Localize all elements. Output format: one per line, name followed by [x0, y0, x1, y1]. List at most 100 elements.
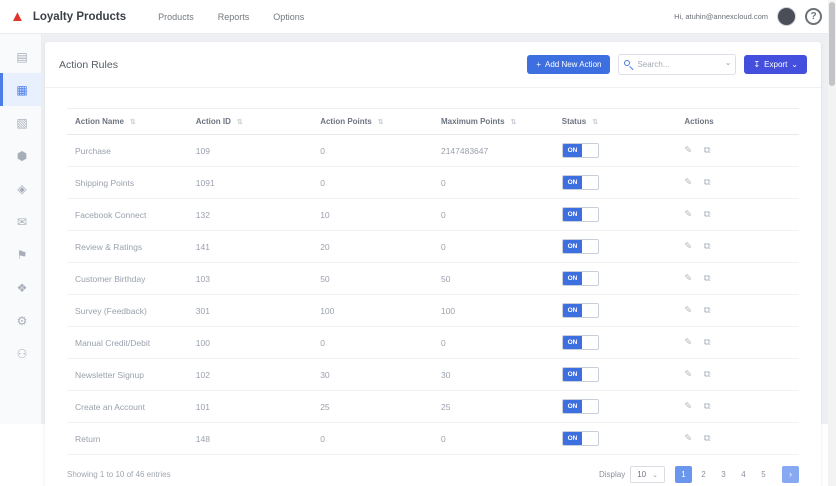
- column-header[interactable]: Action ID ⇅: [187, 108, 313, 135]
- topbar-right: Hi, atuhin@annexcloud.com ?: [674, 7, 822, 26]
- status-toggle[interactable]: ON: [561, 303, 599, 318]
- chevron-down-icon[interactable]: ⌄: [725, 58, 732, 67]
- chevron-down-icon: ⌄: [652, 471, 658, 479]
- status-toggle[interactable]: ON: [561, 207, 599, 222]
- column-header[interactable]: Action Name ⇅: [67, 108, 188, 135]
- cell-action-name: Newsletter Signup: [67, 358, 188, 391]
- sidebar-item[interactable]: ⚑: [0, 238, 41, 271]
- edit-icon[interactable]: ✎: [684, 369, 692, 380]
- table-row: Survey (Feedback) 301 100 100 ON ✎ ⧉: [67, 294, 799, 327]
- sort-icon[interactable]: ⇅: [237, 119, 243, 126]
- sort-icon[interactable]: ⇅: [511, 119, 517, 126]
- copy-icon[interactable]: ⧉: [704, 145, 711, 156]
- copy-icon[interactable]: ⧉: [704, 209, 711, 220]
- copy-icon[interactable]: ⧉: [704, 401, 711, 412]
- status-toggle[interactable]: ON: [561, 399, 599, 414]
- sidebar-item[interactable]: ▧: [0, 106, 41, 139]
- toggle-knob: [582, 176, 598, 189]
- cell-action-name: Customer Birthday: [67, 262, 188, 295]
- topbar: ▲ Loyalty Products Products Reports Opti…: [0, 0, 836, 34]
- status-toggle[interactable]: ON: [561, 175, 599, 190]
- sort-icon[interactable]: ⇅: [592, 119, 598, 126]
- toggle-knob: [582, 432, 598, 445]
- status-toggle[interactable]: ON: [561, 431, 599, 446]
- sidebar-item[interactable]: ✉: [0, 205, 41, 238]
- next-page-button[interactable]: ›: [782, 466, 799, 483]
- edit-icon[interactable]: ✎: [684, 337, 692, 348]
- status-toggle[interactable]: ON: [561, 335, 599, 350]
- edit-icon[interactable]: ✎: [684, 273, 692, 284]
- page-button[interactable]: 2: [695, 466, 712, 483]
- cell-action-points: 100: [312, 294, 433, 327]
- nav-item-options[interactable]: Options: [273, 12, 304, 22]
- top-nav: Products Reports Options: [158, 12, 304, 22]
- workspace: ▤ ▦ ▧ ⬢ ◈ ✉ ⚑ ❖ ⚙ ⚇ Action Rules + Add N…: [0, 34, 836, 486]
- sort-icon[interactable]: ⇅: [378, 119, 384, 126]
- display-count-select[interactable]: 10 ⌄: [630, 466, 665, 483]
- edit-icon[interactable]: ✎: [684, 433, 692, 444]
- edit-icon[interactable]: ✎: [684, 305, 692, 316]
- users-icon: ⚇: [16, 346, 28, 361]
- edit-icon[interactable]: ✎: [684, 209, 692, 220]
- edit-icon[interactable]: ✎: [684, 177, 692, 188]
- cell-action-name: Facebook Connect: [67, 198, 188, 231]
- export-button[interactable]: ↧ Export ⌄: [744, 55, 807, 74]
- copy-icon[interactable]: ⧉: [704, 369, 711, 380]
- page-button[interactable]: 1: [675, 466, 692, 483]
- column-header[interactable]: Maximum Points ⇅: [432, 108, 554, 135]
- cell-action-points: 0: [312, 134, 433, 167]
- cell-action-name: Return: [67, 422, 188, 455]
- toggle-on-label: ON: [562, 240, 583, 253]
- page-button[interactable]: 4: [735, 466, 752, 483]
- sidebar-item[interactable]: ▦: [0, 73, 41, 106]
- nav-item-products[interactable]: Products: [158, 12, 194, 22]
- cell-maximum-points: 2147483647: [432, 134, 554, 167]
- toggle-knob: [582, 144, 598, 157]
- status-toggle[interactable]: ON: [561, 367, 599, 382]
- cell-maximum-points: 30: [432, 358, 554, 391]
- table-wrap: Action Name ⇅ Action ID ⇅ Action Points ⇅: [45, 88, 821, 455]
- copy-icon[interactable]: ⧉: [704, 273, 711, 284]
- toggle-knob: [582, 272, 598, 285]
- column-header[interactable]: Actions⇅: [676, 108, 799, 135]
- edit-icon[interactable]: ✎: [684, 241, 692, 252]
- search-icon: [624, 60, 631, 66]
- sidebar-item[interactable]: ⚇: [0, 337, 41, 370]
- nav-item-reports[interactable]: Reports: [218, 12, 250, 22]
- copy-icon[interactable]: ⧉: [704, 177, 711, 188]
- page-button[interactable]: 3: [715, 466, 732, 483]
- scrollbar-thumb[interactable]: [829, 2, 835, 86]
- sidebar-item[interactable]: ◈: [0, 172, 41, 205]
- status-toggle[interactable]: ON: [561, 271, 599, 286]
- vertical-scrollbar[interactable]: [828, 0, 836, 486]
- sidebar-item[interactable]: ❖: [0, 271, 41, 304]
- copy-icon[interactable]: ⧉: [704, 433, 711, 444]
- action-rules-card: Action Rules + Add New Action ⌄ ↧ Export: [45, 42, 821, 486]
- edit-icon[interactable]: ✎: [684, 401, 692, 412]
- status-toggle[interactable]: ON: [561, 239, 599, 254]
- sidebar-item[interactable]: ⚙: [0, 304, 41, 337]
- table-row: Manual Credit/Debit 100 0 0 ON ✎ ⧉: [67, 326, 799, 359]
- sidebar-item[interactable]: ▤: [0, 40, 41, 73]
- page-button[interactable]: 5: [755, 466, 772, 483]
- toggle-on-label: ON: [562, 272, 583, 285]
- sort-icon[interactable]: ⇅: [130, 119, 136, 126]
- copy-icon[interactable]: ⧉: [704, 241, 711, 252]
- cell-maximum-points: 0: [432, 198, 554, 231]
- edit-icon[interactable]: ✎: [684, 145, 692, 156]
- sidebar-item[interactable]: ⬢: [0, 139, 41, 172]
- status-toggle[interactable]: ON: [561, 143, 599, 158]
- search-input[interactable]: [618, 54, 737, 75]
- copy-icon[interactable]: ⧉: [704, 305, 711, 316]
- reports-icon: ▧: [16, 115, 28, 130]
- avatar[interactable]: [777, 7, 796, 26]
- add-new-action-button[interactable]: + Add New Action: [527, 55, 611, 74]
- column-header[interactable]: Status ⇅: [553, 108, 677, 135]
- help-icon[interactable]: ?: [805, 8, 822, 25]
- cell-action-points: 0: [312, 326, 433, 359]
- campaigns-icon: ⚑: [16, 247, 28, 262]
- footer-right: Display 10 ⌄ 1 2 3 4 5 ›: [599, 466, 799, 483]
- copy-icon[interactable]: ⧉: [704, 337, 711, 348]
- action-rules-table: Action Name ⇅ Action ID ⇅ Action Points ⇅: [67, 108, 799, 455]
- column-header[interactable]: Action Points ⇅: [312, 108, 433, 135]
